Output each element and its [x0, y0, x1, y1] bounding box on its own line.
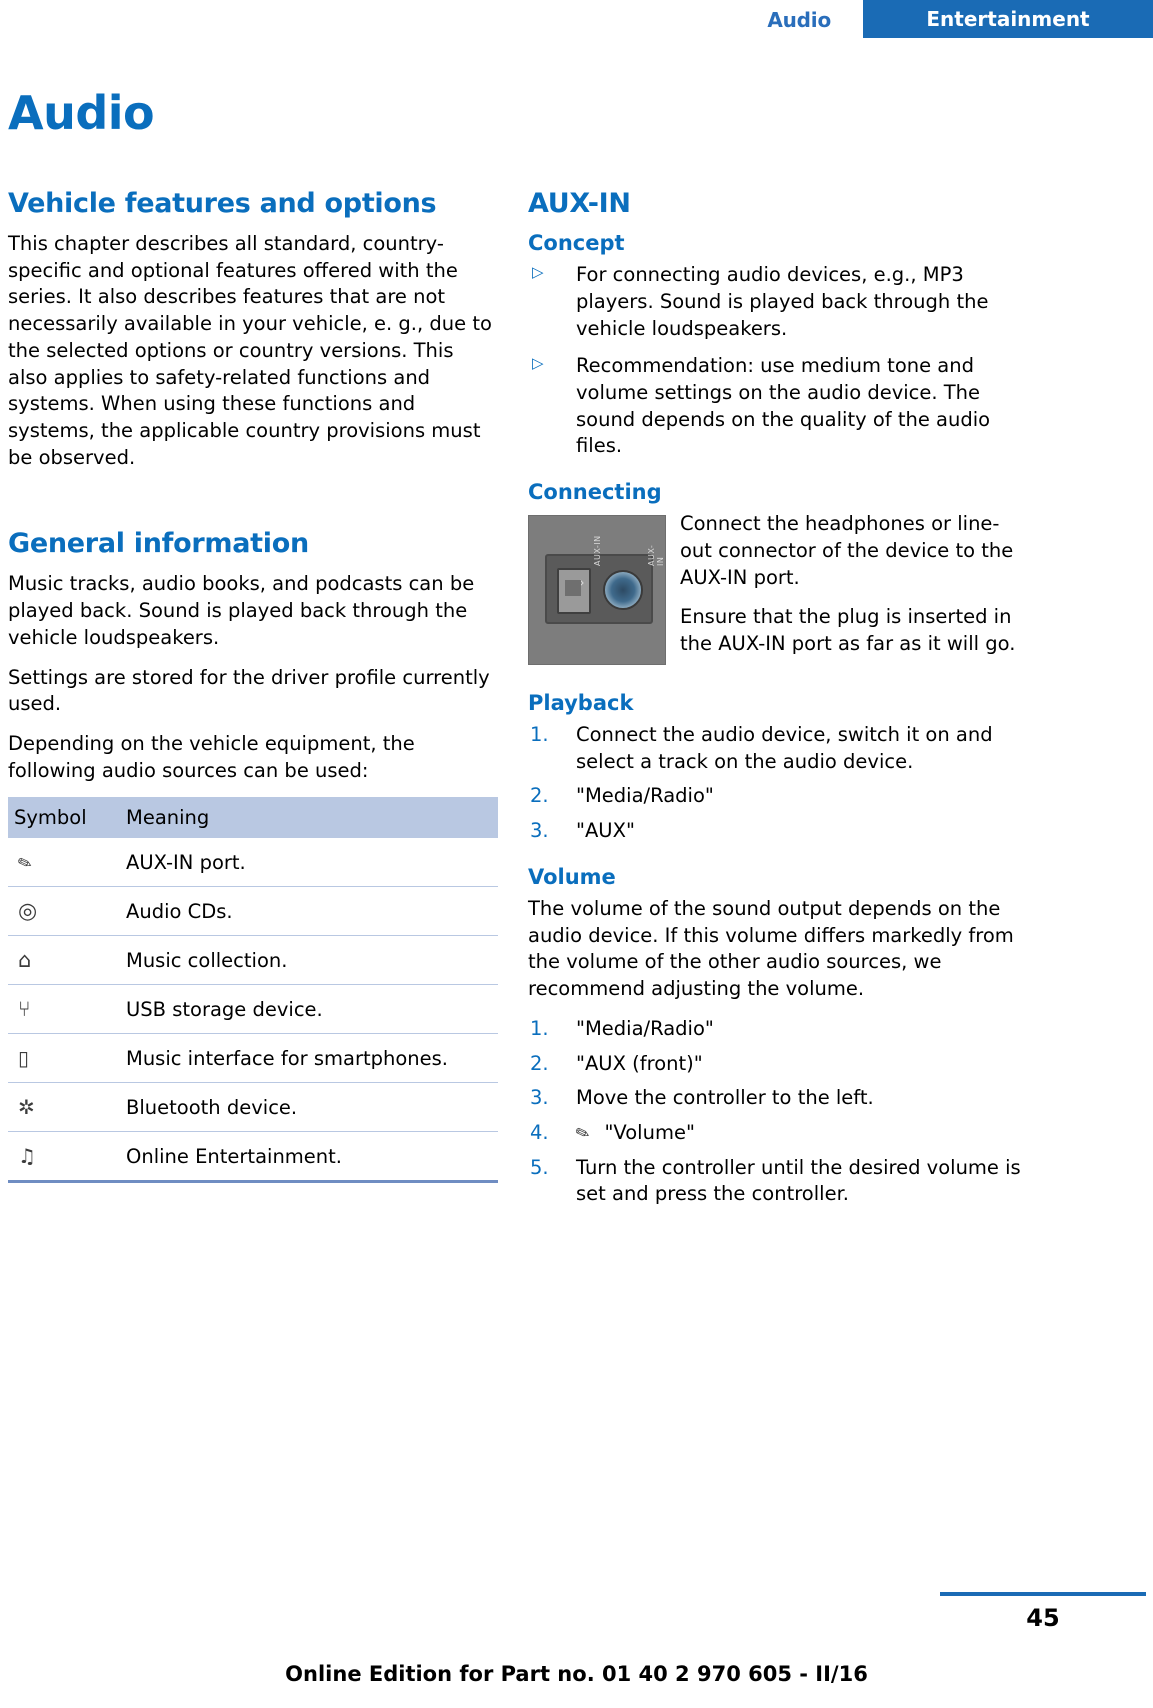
usb-glyph: ⑂	[18, 997, 31, 1022]
online-edition-notice: Online Edition for Part no. 01 40 2 970 …	[285, 1662, 868, 1686]
aux-plug-icon: ✎	[8, 838, 120, 888]
heading-general-information: General information	[8, 528, 309, 560]
volume-steps-list: 1. "Media/Radio" 2. "AUX (front)" 3. Mov…	[528, 1016, 1028, 1208]
list-item: 3. Move the controller to the left.	[528, 1085, 1028, 1112]
page-title: Audio	[8, 86, 155, 140]
step-text: Connect the audio device, switch it on a…	[576, 723, 993, 773]
list-item-text: For connecting audio devices, e.g., MP3 …	[576, 263, 989, 340]
aux-plug-icon: ✎	[572, 1122, 594, 1146]
concept-bullet-list: ▷ For connecting audio devices, e.g., MP…	[528, 262, 1028, 460]
table-row: ✲ Bluetooth device.	[8, 1082, 498, 1133]
audio-sources-table: Symbol Meaning ✎ AUX-IN port. ◎ Audio CD…	[8, 797, 498, 1184]
music-collection-glyph: ⌂	[18, 948, 32, 973]
heading-connecting: Connecting	[528, 480, 662, 505]
heading-volume: Volume	[528, 864, 616, 889]
aux-plug-glyph: ✎	[15, 852, 36, 876]
heading-playback: Playback	[528, 690, 634, 715]
smartphone-glyph: ▯	[18, 1046, 30, 1071]
cd-disc-glyph: ◎	[18, 898, 38, 924]
paragraph-vehicle-features: This chapter describes all standard, cou…	[8, 232, 492, 469]
list-item-text: Recommendation: use medium tone and volu…	[576, 354, 991, 458]
right-column: AUX-IN Concept ▷ For connecting audio de…	[528, 188, 1028, 1216]
step-text: "Media/Radio"	[576, 1016, 714, 1040]
step-text: Move the controller to the left.	[576, 1086, 874, 1110]
list-item: 2. "AUX (front)"	[528, 1051, 1028, 1078]
step-number: 2.	[530, 1051, 549, 1075]
step-text: "AUX"	[576, 819, 635, 843]
table-row: ✎ AUX-IN port.	[8, 838, 498, 888]
step-number: 1.	[530, 723, 549, 747]
page-header: Audio Entertainment	[0, 0, 1153, 38]
aux-port-panel: ⇰ AUX-IN AUX-IN	[545, 536, 665, 625]
step-text: "AUX (front)"	[576, 1051, 703, 1075]
table-cell-meaning: USB storage device.	[120, 984, 498, 1035]
page-number: 45	[1026, 1604, 1060, 1632]
list-item: 1. Connect the audio device, switch it o…	[528, 722, 1028, 775]
step-number: 1.	[530, 1016, 549, 1040]
aux-jack-icon	[603, 570, 643, 611]
step-text: "Volume"	[604, 1120, 695, 1144]
triangle-bullet-icon: ▷	[532, 263, 544, 282]
usb-port-icon: ⇰	[557, 568, 591, 615]
paragraph-general-3: Depending on the vehicle equipment, the …	[8, 731, 415, 782]
usb-symbol-icon: ⇰	[573, 576, 584, 592]
aux-label-left: AUX-IN	[593, 535, 602, 567]
step-number: 5.	[530, 1155, 549, 1179]
step-number: 3.	[530, 819, 549, 843]
step-number: 4.	[530, 1120, 549, 1144]
table-cell-meaning: Bluetooth device.	[120, 1082, 498, 1133]
table-header-meaning: Meaning	[120, 797, 498, 839]
left-column: Vehicle features and options This chapte…	[8, 188, 498, 1184]
footer-rule	[940, 1592, 1146, 1596]
table-cell-meaning: Music interface for smartphones.	[120, 1033, 498, 1084]
table-header-symbol: Symbol	[8, 797, 120, 839]
bluetooth-icon: ✲	[8, 1082, 120, 1133]
paragraph-general-2: Settings are stored for the driver profi…	[8, 665, 490, 716]
music-collection-icon: ⌂	[8, 935, 120, 986]
usb-icon: ⑂	[8, 984, 120, 1035]
table-row: ⑂ USB storage device.	[8, 984, 498, 1035]
table-cell-meaning: AUX-IN port.	[120, 838, 498, 888]
step-number: 3.	[530, 1086, 549, 1110]
step-text: Turn the controller until the desired vo…	[576, 1155, 1021, 1206]
heading-concept: Concept	[528, 231, 625, 256]
table-row: ♫ Online Entertainment.	[8, 1131, 498, 1184]
connecting-block: ⇰ AUX-IN AUX-IN Connect the headphones o…	[528, 511, 1028, 671]
triangle-bullet-icon: ▷	[532, 354, 544, 373]
smartphone-icon: ▯	[8, 1033, 120, 1084]
list-item: ▷ For connecting audio devices, e.g., MP…	[528, 262, 1028, 342]
table-row: ⌂ Music collection.	[8, 935, 498, 986]
heading-aux-in: AUX-IN	[528, 188, 631, 219]
list-item: 4. ✎ "Volume"	[528, 1120, 1028, 1147]
online-entertainment-icon: ♫	[8, 1131, 120, 1184]
bluetooth-glyph: ✲	[18, 1095, 35, 1120]
table-row: ▯ Music interface for smartphones.	[8, 1033, 498, 1084]
cd-disc-icon: ◎	[8, 886, 120, 937]
heading-vehicle-features: Vehicle features and options	[8, 188, 437, 219]
step-text: "Media/Radio"	[576, 784, 714, 808]
aux-label-right: AUX-IN	[647, 545, 665, 567]
aux-in-port-photo: ⇰ AUX-IN AUX-IN	[528, 515, 666, 666]
header-breadcrumb-audio: Audio	[767, 8, 831, 32]
document-page: Audio Entertainment Audio Vehicle featur…	[0, 0, 1153, 1708]
table-cell-meaning: Music collection.	[120, 935, 498, 986]
playback-steps-list: 1. Connect the audio device, switch it o…	[528, 722, 1028, 845]
list-item: 3. "AUX"	[528, 818, 1028, 845]
list-item: 2. "Media/Radio"	[528, 783, 1028, 810]
online-entertainment-glyph: ♫	[18, 1144, 36, 1169]
list-item: ▷ Recommendation: use medium tone and vo…	[528, 353, 1028, 460]
paragraph-volume: The volume of the sound output depends o…	[528, 897, 1014, 1001]
table-row: ◎ Audio CDs.	[8, 886, 498, 937]
step-number: 2.	[530, 784, 549, 808]
header-tab-entertainment: Entertainment	[863, 0, 1153, 38]
table-cell-meaning: Online Entertainment.	[120, 1131, 498, 1184]
list-item: 5. Turn the controller until the desired…	[528, 1155, 1028, 1208]
table-cell-meaning: Audio CDs.	[120, 886, 498, 937]
paragraph-general-1: Music tracks, audio books, and podcasts …	[8, 572, 475, 649]
table-header-row: Symbol Meaning	[8, 797, 498, 839]
list-item: 1. "Media/Radio"	[528, 1016, 1028, 1043]
